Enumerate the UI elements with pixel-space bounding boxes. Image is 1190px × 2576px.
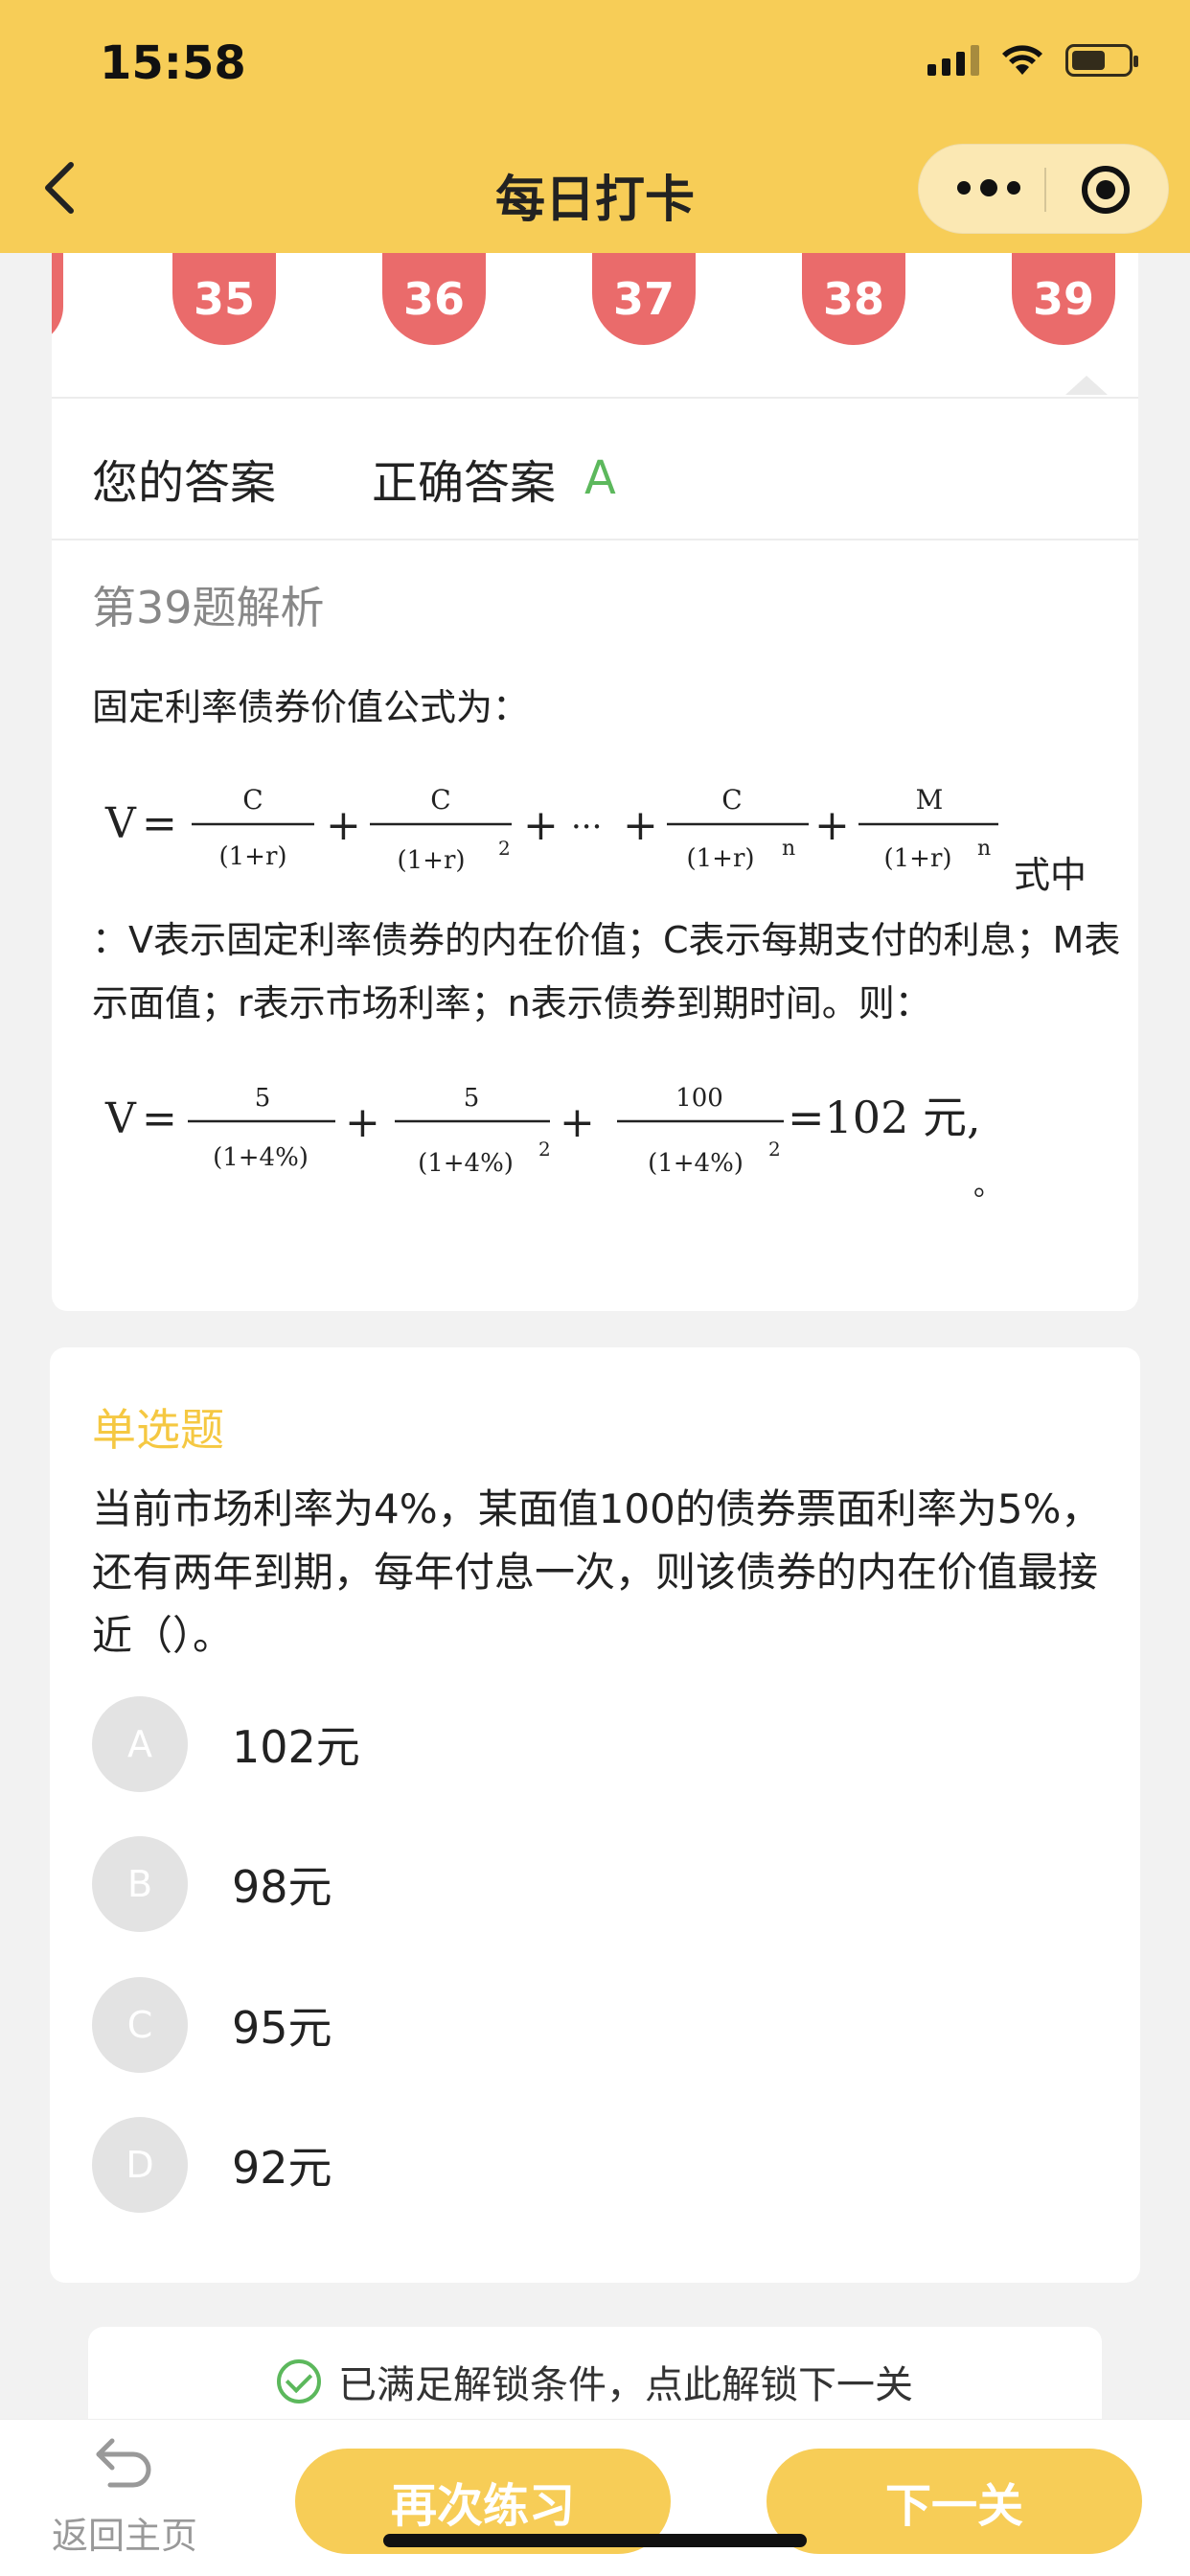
next-level-button[interactable]: 下一关: [767, 2449, 1142, 2554]
wifi-icon: [1002, 45, 1042, 75]
analysis-title: 第39题解析: [92, 582, 325, 633]
formula-exponent: 2: [498, 837, 511, 860]
analysis-card: 35 36 37 38 39 您的答案 正确答案 A 第39题解析 固定利率债券…: [52, 253, 1138, 1311]
battery-icon: [1065, 44, 1138, 77]
question-number-current[interactable]: 39: [1012, 253, 1115, 345]
formula-numerator: C: [721, 784, 742, 816]
option-c[interactable]: C 95元: [92, 1977, 1088, 2073]
formula-numerator: C: [430, 784, 450, 816]
formula-exponent: n: [782, 837, 795, 861]
question-text: 当前市场利率为4%，某面值100的债券票面利率为5%，还有两年到期，每年付息一次…: [92, 1485, 1102, 1659]
question-type-label: 单选题: [92, 1404, 224, 1456]
home-indicator: [383, 2534, 807, 2547]
formula-result: =102 元,: [788, 1092, 981, 1143]
question-number[interactable]: 36: [382, 253, 486, 345]
return-home-label: 返回主页: [51, 2515, 197, 2557]
formula-denominator: (1+r): [883, 844, 951, 873]
formula-plus: +: [623, 801, 658, 850]
formula-equals: =: [142, 1094, 177, 1143]
more-icon[interactable]: [957, 179, 1020, 196]
formula-numerator: 5: [464, 1084, 480, 1113]
formula-exponent: 2: [538, 1138, 551, 1161]
analysis-intro: 固定利率债券价值公式为：: [92, 686, 530, 728]
question-number[interactable]: 37: [592, 253, 696, 345]
formula-lhs: V: [104, 799, 137, 848]
formula-numerator: 100: [675, 1084, 723, 1113]
option-letter: C: [92, 1977, 188, 2073]
formula-numerator: 5: [255, 1084, 271, 1113]
option-letter: B: [92, 1836, 188, 1932]
option-letter: A: [92, 1696, 188, 1792]
option-letter: D: [92, 2117, 188, 2213]
formula-equals: =: [142, 799, 177, 848]
formula-suffix: 式中: [1014, 854, 1087, 896]
divider: [52, 539, 1138, 540]
formula-denominator: (1+4%): [213, 1143, 309, 1172]
mini-program-capsule: [918, 144, 1169, 234]
question-number[interactable]: 35: [172, 253, 276, 345]
option-d[interactable]: D 92元: [92, 2117, 1088, 2213]
unlock-text: 已满足解锁条件，点此解锁下一关: [338, 2363, 913, 2407]
current-indicator-arrow: [1065, 376, 1108, 395]
option-text: 92元: [232, 2142, 332, 2194]
option-a[interactable]: A 102元: [92, 1696, 1088, 1792]
formula-denominator: (1+r): [397, 846, 465, 875]
correct-answer-value: A: [584, 451, 616, 505]
status-time: 15:58: [100, 36, 246, 90]
bottom-bar: 返回主页 再次练习 下一关: [0, 2419, 1190, 2576]
formula-plus: +: [345, 1098, 380, 1147]
formula-lhs: V: [104, 1094, 137, 1143]
capsule-divider: [1044, 168, 1046, 212]
formula-plus: +: [814, 801, 850, 850]
check-circle-icon: [277, 2359, 321, 2404]
return-home-button[interactable]: 返回主页: [42, 2433, 207, 2567]
bond-value-calculation: V = 5 (1+4%) + 5 (1+4%) 2 + 100 (1+4%) 2…: [104, 1084, 981, 1178]
formula-plus: +: [523, 801, 559, 850]
formula-numerator: C: [242, 784, 263, 816]
analysis-explanation: ：V表示固定利率债券的内在价值；C表示每期支付的利息；M表示面值；r表示市场利率…: [92, 919, 1121, 1024]
question-number[interactable]: 38: [802, 253, 905, 345]
formula-denominator: (1+r): [218, 842, 286, 871]
option-text: 95元: [232, 2002, 332, 2054]
formula-numerator: M: [916, 784, 944, 816]
option-text: 98元: [232, 1861, 332, 1913]
formula-plus: +: [326, 801, 361, 850]
question-card: 单选题 当前市场利率为4%，某面值100的债券票面利率为5%，还有两年到期，每年…: [50, 1347, 1140, 2283]
formula-denominator: (1+4%): [418, 1149, 514, 1178]
correct-answer-label: 正确答案: [372, 456, 557, 510]
analysis-period: 。: [973, 1169, 1002, 1203]
unlock-content: 已满足解锁条件，点此解锁下一关: [88, 2354, 1102, 2409]
bond-value-formula: V = C (1+r) + C (1+r) 2 + ··· + C (1+r) …: [104, 784, 998, 875]
option-text: 102元: [232, 1721, 360, 1773]
divider: [52, 397, 1138, 399]
formula-denominator: (1+r): [686, 844, 754, 873]
question-number-partial[interactable]: [52, 253, 63, 345]
question-number-row[interactable]: 35 36 37 38 39: [52, 253, 1138, 399]
formula-ellipsis: ···: [571, 808, 602, 846]
formula-exponent: 2: [768, 1138, 781, 1161]
your-answer-label: 您的答案: [92, 456, 277, 510]
formula-denominator: (1+4%): [648, 1149, 744, 1178]
status-icons: [927, 44, 1138, 77]
formula-plus: +: [560, 1098, 595, 1147]
top-bar: 15:58 每日打卡: [0, 0, 1190, 253]
option-b[interactable]: B 98元: [92, 1836, 1088, 1932]
cellular-signal-icon: [927, 45, 979, 76]
return-arrow-icon: [96, 2438, 151, 2488]
formula-exponent: n: [977, 837, 991, 861]
answer-row: 您的答案 正确答案 A: [92, 445, 616, 512]
close-target-icon[interactable]: [1082, 166, 1130, 214]
